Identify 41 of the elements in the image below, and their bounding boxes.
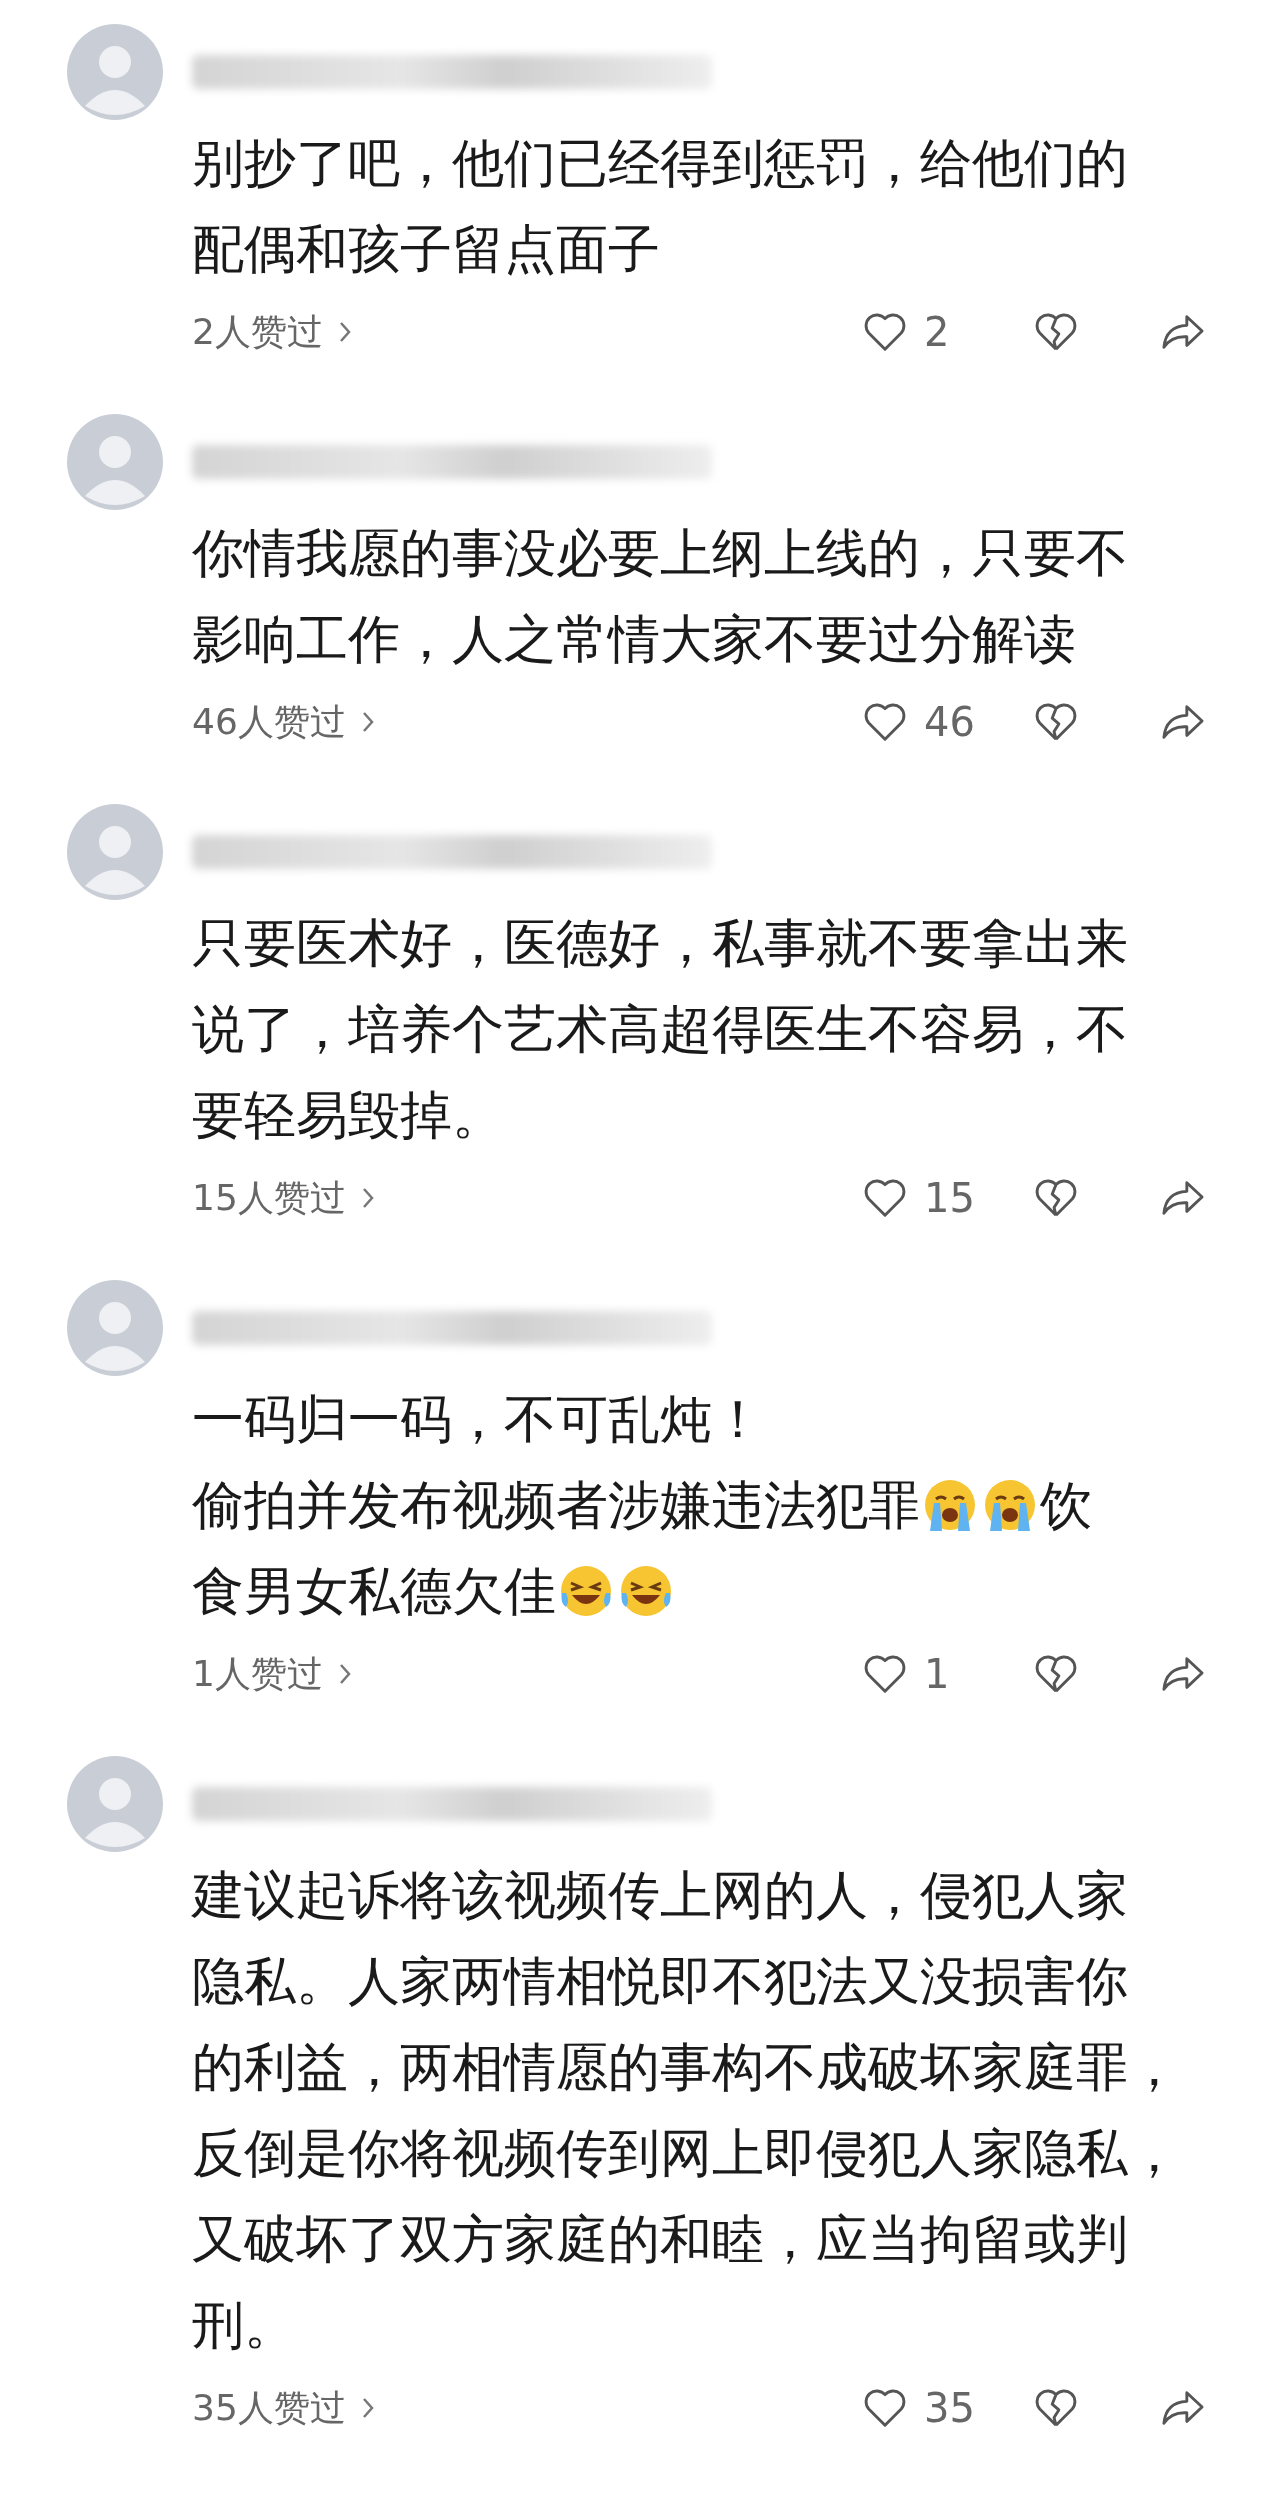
comment-text: 食男女私德欠佳 xyxy=(192,1560,556,1623)
broken-heart-icon[interactable] xyxy=(1033,2387,1079,2429)
laughing-face-icon xyxy=(558,1563,614,1619)
comment-text: 偷拍并发布视频者涉嫌违法犯罪 xyxy=(192,1474,920,1537)
comment-text: 只要医术好，医德好，私事就不要拿出来 xyxy=(192,912,1128,975)
likes-summary-link[interactable]: 46人赞过 xyxy=(192,697,346,747)
comment-text: 一码归一码，不可乱炖！ xyxy=(192,1388,764,1451)
like-count: 46 xyxy=(924,699,975,745)
comment-text: 饮 xyxy=(1040,1474,1092,1537)
comment-text: 刑。 xyxy=(192,2294,296,2357)
laughing-face-icon xyxy=(618,1563,674,1619)
broken-heart-icon[interactable] xyxy=(1033,1653,1079,1695)
like-count: 2 xyxy=(924,309,950,355)
heart-icon[interactable] xyxy=(862,1653,908,1695)
heart-icon[interactable] xyxy=(862,311,908,353)
comment-text: 又破坏了双方家庭的和睦，应当拘留或判 xyxy=(192,2208,1128,2271)
heart-icon[interactable] xyxy=(862,1177,908,1219)
likes-summary-link[interactable]: 35人赞过 xyxy=(192,2383,346,2433)
comment-text: 建议起诉将该视频传上网的人，侵犯人家 xyxy=(192,1864,1128,1927)
comment-text: 你情我愿的事没必要上纲上线的，只要不 xyxy=(192,522,1128,585)
likes-summary-link[interactable]: 2人赞过 xyxy=(192,307,323,357)
broken-heart-icon[interactable] xyxy=(1033,311,1079,353)
like-count: 35 xyxy=(924,2385,975,2431)
crying-face-icon xyxy=(982,1477,1038,1533)
comment-text: 说了，培养个艺术高超得医生不容易，不 xyxy=(192,998,1128,1061)
comment-text: 的利益，两相情愿的事构不成破坏家庭罪， xyxy=(192,2036,1180,2099)
likes-summary-link[interactable]: 1人赞过 xyxy=(192,1649,323,1699)
comment-text: 影响工作，人之常情大家不要过分解读 xyxy=(192,608,1076,671)
like-count: 1 xyxy=(924,1651,950,1697)
heart-icon[interactable] xyxy=(862,2387,908,2429)
crying-face-icon xyxy=(922,1477,978,1533)
likes-summary-link[interactable]: 15人赞过 xyxy=(192,1173,346,1223)
comment-text: 别抄了吧，他们已经得到惩罚，给他们的 xyxy=(192,132,1128,195)
broken-heart-icon[interactable] xyxy=(1033,701,1079,743)
heart-icon[interactable] xyxy=(862,701,908,743)
comment-text: 配偶和孩子留点面子 xyxy=(192,218,660,281)
like-count: 15 xyxy=(924,1175,975,1221)
comment-text: 反倒是你将视频传到网上即侵犯人家隐私， xyxy=(192,2122,1180,2185)
broken-heart-icon[interactable] xyxy=(1033,1177,1079,1219)
comment-text: 隐私。人家两情相悦即不犯法又没损害你 xyxy=(192,1950,1128,2013)
comment-text: 要轻易毁掉。 xyxy=(192,1084,504,1147)
